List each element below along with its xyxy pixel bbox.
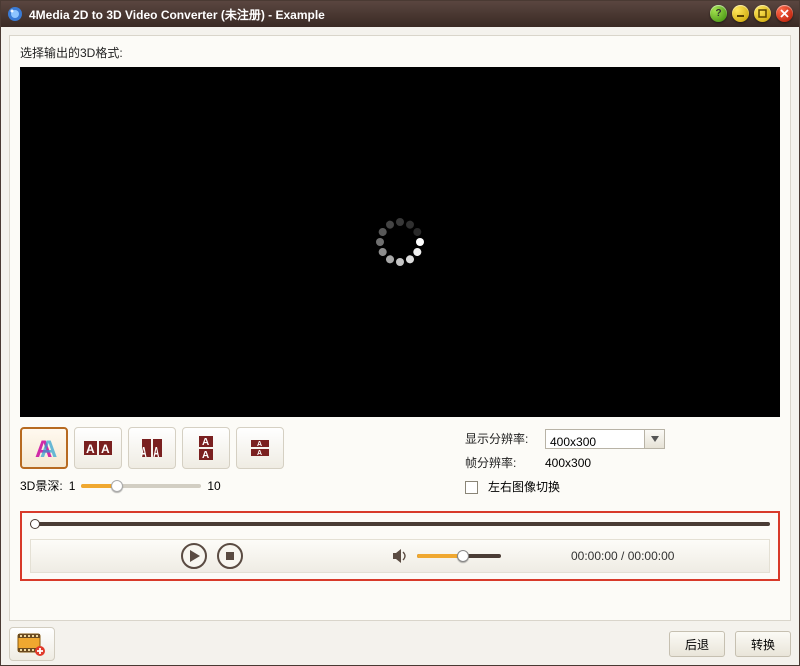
svg-text:A: A xyxy=(153,445,159,461)
svg-text:A: A xyxy=(101,442,110,456)
mode-side-by-side[interactable]: A A xyxy=(74,427,122,469)
depth-label: 3D景深: xyxy=(20,477,63,494)
mode-anaglyph[interactable]: A A xyxy=(20,427,68,469)
player-controls: 00:00:00 / 00:00:00 xyxy=(30,539,770,573)
frame-resolution-label: 帧分辨率: xyxy=(465,451,535,475)
depth-min-label: 1 xyxy=(69,479,76,493)
volume-icon[interactable] xyxy=(393,549,409,563)
depth-slider[interactable] xyxy=(81,479,201,493)
seek-slider[interactable] xyxy=(30,519,770,529)
window-title: 4Media 2D to 3D Video Converter (未注册) - … xyxy=(29,6,325,23)
mode-group: A A A A xyxy=(20,427,320,499)
play-icon xyxy=(189,550,200,562)
chevron-down-icon xyxy=(651,436,659,442)
footer: 后退 转换 xyxy=(9,621,791,661)
stop-button[interactable] xyxy=(217,543,243,569)
loading-spinner-icon xyxy=(374,216,426,268)
swap-lr-label: 左右图像切换 xyxy=(488,475,560,499)
player-bar: 00:00:00 / 00:00:00 xyxy=(20,511,780,581)
maximize-button[interactable] xyxy=(754,5,771,22)
add-file-button[interactable] xyxy=(9,627,55,661)
svg-text:A: A xyxy=(257,441,262,448)
minimize-button[interactable] xyxy=(732,5,749,22)
svg-text:A: A xyxy=(40,436,57,463)
display-resolution-dropdown[interactable] xyxy=(645,429,665,449)
display-resolution-value: 400x300 xyxy=(550,435,596,449)
video-preview[interactable] xyxy=(20,67,780,417)
frame-resolution-value: 400x300 xyxy=(545,451,591,475)
depth-max-label: 10 xyxy=(207,479,220,493)
svg-text:A: A xyxy=(257,450,262,457)
film-add-icon xyxy=(17,632,47,656)
titlebar[interactable]: 4Media 2D to 3D Video Converter (未注册) - … xyxy=(1,1,799,27)
time-display: 00:00:00 / 00:00:00 xyxy=(571,549,674,563)
mode-top-bottom-half[interactable]: A A xyxy=(236,427,284,469)
svg-text:A: A xyxy=(202,437,209,448)
main-panel: 选择输出的3D格式: xyxy=(9,35,791,621)
time-total: 00:00:00 xyxy=(628,549,675,563)
resolution-block: 显示分辨率: 400x300 帧分辨率: 400x300 xyxy=(465,427,665,499)
svg-text:A: A xyxy=(202,450,209,461)
client-area: 选择输出的3D格式: xyxy=(1,27,799,665)
display-resolution-select[interactable]: 400x300 xyxy=(545,429,645,449)
help-button[interactable]: ? xyxy=(710,5,727,22)
play-button[interactable] xyxy=(181,543,207,569)
options-row: A A A A xyxy=(20,427,780,499)
swap-lr-checkbox[interactable] xyxy=(465,481,478,494)
close-button[interactable] xyxy=(776,5,793,22)
back-button[interactable]: 后退 xyxy=(669,631,725,657)
mode-top-bottom[interactable]: A A xyxy=(182,427,230,469)
app-window: 4Media 2D to 3D Video Converter (未注册) - … xyxy=(0,0,800,666)
stop-icon xyxy=(225,551,235,561)
convert-button[interactable]: 转换 xyxy=(735,631,791,657)
time-current: 00:00:00 xyxy=(571,549,618,563)
svg-text:A: A xyxy=(141,445,147,461)
volume-slider[interactable] xyxy=(417,549,501,563)
display-resolution-label: 显示分辨率: xyxy=(465,427,535,451)
app-icon xyxy=(7,6,23,22)
format-prompt-label: 选择输出的3D格式: xyxy=(20,44,780,61)
svg-text:A: A xyxy=(86,442,95,456)
mode-side-by-side-half[interactable]: A A xyxy=(128,427,176,469)
